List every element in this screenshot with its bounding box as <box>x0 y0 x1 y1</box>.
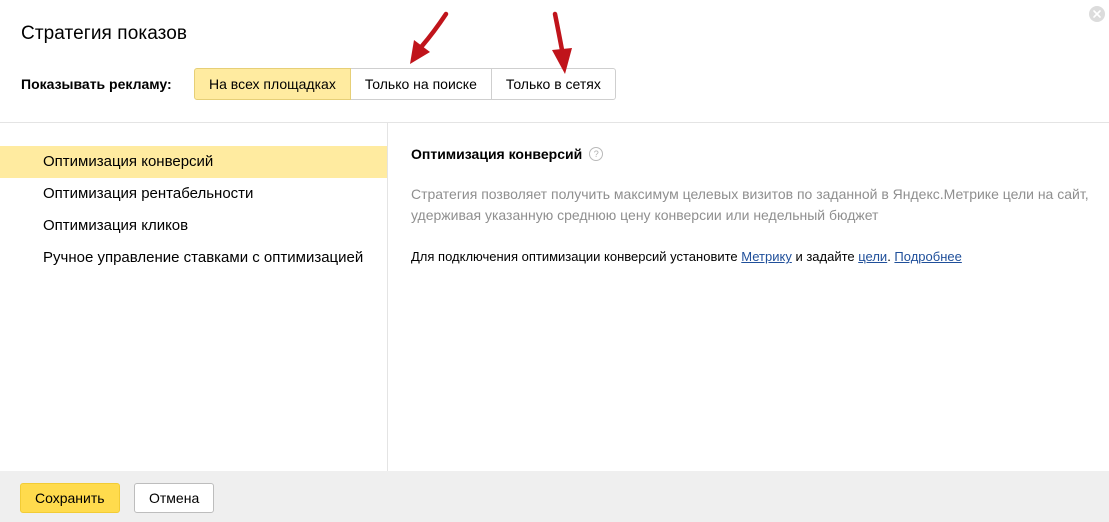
metrika-link[interactable]: Метрику <box>741 249 792 264</box>
arrow-annotation-icon <box>410 11 449 64</box>
dialog-title: Стратегия показов <box>21 23 188 44</box>
close-cross-icon <box>1093 10 1101 18</box>
placement-segmented-control: На всех площадках Только на поиске Тольк… <box>194 68 616 100</box>
strategy-item-clicks[interactable]: Оптимизация кликов <box>0 210 387 242</box>
details-title: Оптимизация конверсий <box>411 146 583 162</box>
strategy-item-conversions[interactable]: Оптимизация конверсий <box>0 146 387 178</box>
strategy-item-profitability[interactable]: Оптимизация рентабельности <box>0 178 387 210</box>
header-divider <box>0 122 1109 123</box>
goals-link[interactable]: цели <box>858 249 887 264</box>
more-link[interactable]: Подробнее <box>894 249 961 264</box>
strategy-item-manual-bids[interactable]: Ручное управление ставками с оптимизацие… <box>0 242 387 274</box>
note-middle: и задайте <box>791 249 859 264</box>
dialog-footer: Сохранить Отмена <box>0 471 1109 522</box>
placement-all-button[interactable]: На всех площадках <box>194 68 351 100</box>
panel-divider <box>387 123 388 471</box>
show-ads-label: Показывать рекламу: <box>21 76 172 92</box>
strategy-details: Оптимизация конверсий ? Стратегия позвол… <box>411 143 1101 266</box>
placement-search-button[interactable]: Только на поиске <box>349 68 492 100</box>
strategy-list: Оптимизация конверсий Оптимизация рентаб… <box>0 146 387 274</box>
strategy-dialog: Стратегия показов Показывать рекламу: На… <box>0 0 1109 522</box>
details-note: Для подключения оптимизации конверсий ус… <box>411 248 1101 266</box>
details-title-row: Оптимизация конверсий ? <box>411 143 1101 165</box>
close-icon[interactable] <box>1089 6 1105 22</box>
details-description: Стратегия позволяет получить максимум це… <box>411 186 1089 223</box>
help-icon[interactable]: ? <box>589 147 604 161</box>
save-button[interactable]: Сохранить <box>20 483 120 513</box>
note-prefix: Для подключения оптимизации конверсий ус… <box>411 249 742 264</box>
cancel-button[interactable]: Отмена <box>134 483 215 513</box>
placement-networks-button[interactable]: Только в сетях <box>490 68 616 100</box>
